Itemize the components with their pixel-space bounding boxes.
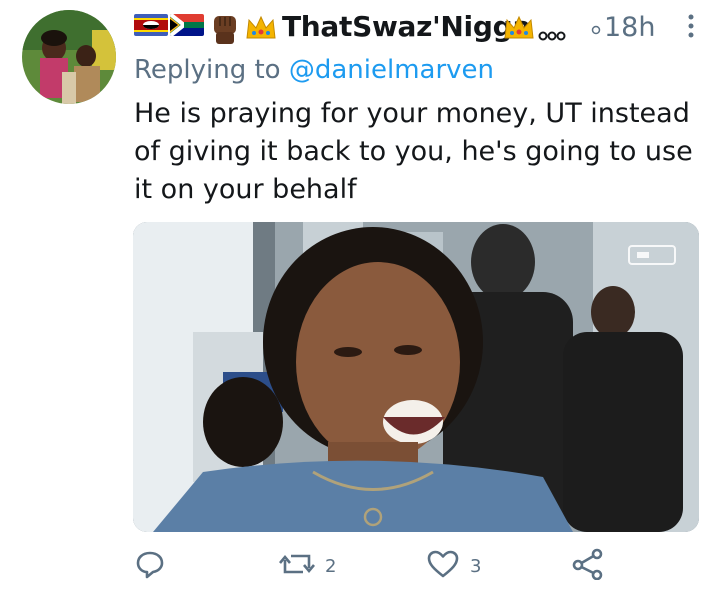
display-name[interactable]: ThatSwaz'Nigga [282, 10, 531, 43]
heart-icon [426, 548, 460, 585]
tweet-media-image[interactable] [133, 222, 699, 532]
ellipsis-icon [538, 16, 566, 48]
like-count: 3 [470, 556, 482, 577]
tweet-text: He is praying for your money, UT instead… [134, 98, 693, 205]
raised-fist-icon [208, 12, 242, 44]
tweet-actions: 2 3 [134, 548, 654, 592]
retweet-button[interactable]: 2 [279, 548, 336, 585]
more-vertical-icon[interactable] [686, 12, 696, 40]
retweet-icon [279, 548, 315, 585]
tweet-header: ThatSwaz'Nigga 18h [134, 8, 704, 48]
crown-icon [502, 12, 536, 44]
timestamp[interactable]: 18h [604, 12, 655, 43]
share-button[interactable] [571, 548, 605, 585]
separator-dot-icon [590, 18, 602, 50]
flag-emojis [134, 14, 204, 36]
like-button[interactable]: 3 [426, 548, 481, 585]
south-africa-flag-icon [170, 14, 204, 36]
reply-icon [134, 548, 166, 585]
reply-handle-link[interactable]: @danielmarven [289, 55, 494, 85]
eswatini-flag-icon [134, 14, 168, 36]
crown-icon [244, 12, 278, 44]
retweet-count: 2 [325, 556, 337, 577]
avatar[interactable] [22, 10, 116, 104]
share-icon [571, 548, 605, 585]
replying-to-label: Replying to [134, 55, 281, 85]
reply-button[interactable] [134, 548, 166, 585]
replying-to: Replying to @danielmarven [134, 55, 494, 85]
